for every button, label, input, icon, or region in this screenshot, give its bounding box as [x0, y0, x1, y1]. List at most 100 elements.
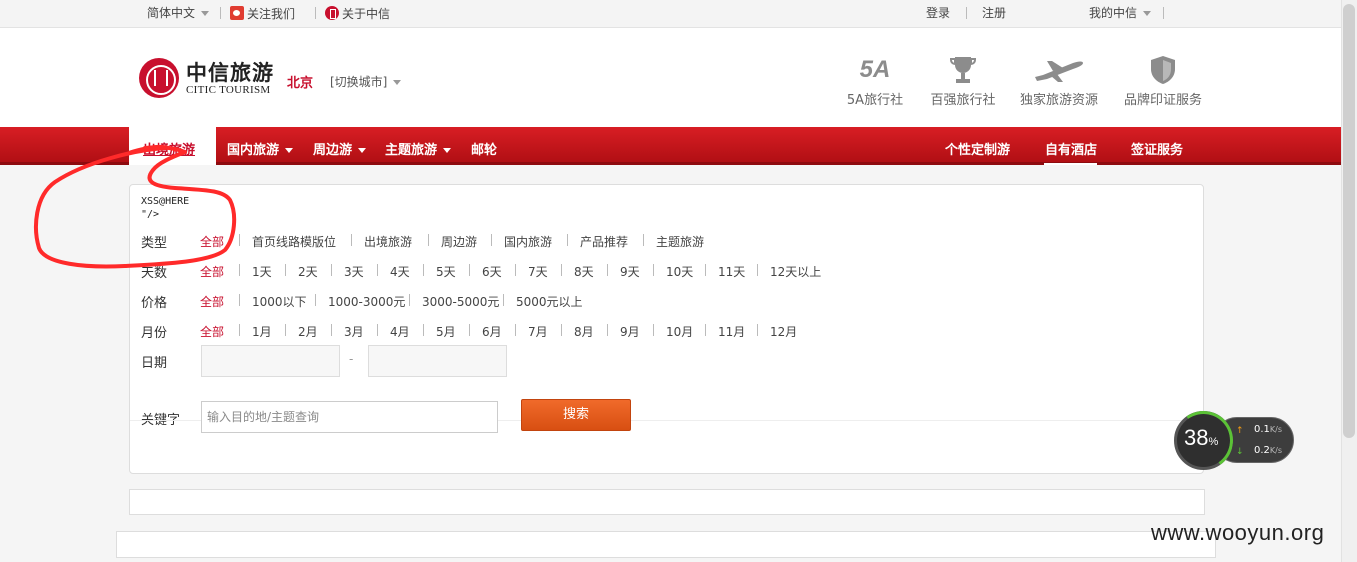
type-option[interactable]: 出境旅游 [364, 233, 412, 250]
price-option[interactable]: 1000以下 [252, 293, 307, 310]
scrollbar-thumb[interactable] [1343, 4, 1355, 438]
days-option[interactable]: 12天以上 [770, 263, 821, 280]
about-link[interactable]: 关于中信 [325, 6, 390, 21]
download-speed: 0.2K/s [1254, 445, 1282, 456]
end-date-input[interactable] [368, 345, 507, 377]
nav-label: 国内旅游 [227, 143, 280, 158]
price-option[interactable]: 1000-3000元 [328, 293, 405, 310]
option-divider [239, 294, 240, 306]
days-option[interactable]: 9天 [620, 263, 640, 280]
switch-city-link[interactable]: [切换城市] [330, 73, 402, 90]
injected-text: XSS@HERE "/> [141, 196, 190, 220]
speed-percent: 38% [1184, 425, 1218, 451]
current-city: 北京 [287, 76, 314, 91]
days-option[interactable]: 4天 [390, 263, 410, 280]
network-speed-widget[interactable]: 38% ↑ ↓ 0.1K/s 0.2K/s [1169, 406, 1294, 475]
search-button[interactable]: 搜索 [521, 399, 631, 431]
chevron-down-icon [443, 148, 452, 153]
type-option[interactable]: 首页线路模版位 [252, 233, 336, 250]
option-divider [515, 324, 516, 336]
month-option[interactable]: 全部 [200, 323, 224, 340]
date-separator: - [349, 352, 354, 366]
month-option[interactable]: 10月 [666, 323, 693, 340]
days-option[interactable]: 10天 [666, 263, 693, 280]
type-option[interactable]: 全部 [200, 233, 224, 250]
days-option[interactable]: 3天 [344, 263, 364, 280]
price-option[interactable]: 5000元以上 [516, 293, 583, 310]
speed-unit: K/s [1269, 446, 1283, 455]
option-divider [561, 264, 562, 276]
days-option[interactable]: 7天 [528, 263, 548, 280]
nav-item-outbound[interactable]: 出境旅游 [129, 127, 216, 165]
price-option[interactable]: 全部 [200, 293, 224, 310]
option-divider [285, 264, 286, 276]
divider [220, 7, 221, 19]
days-option[interactable]: 1天 [252, 263, 272, 280]
option-divider [757, 324, 758, 336]
nav-item-domestic[interactable]: 国内旅游 [227, 139, 294, 158]
option-divider [491, 234, 492, 246]
follow-us-link[interactable]: 关注我们 [230, 6, 295, 21]
days-label: 天数 [141, 266, 168, 281]
login-link[interactable]: 登录 [926, 6, 950, 20]
chevron-down-icon [358, 148, 367, 153]
logo-title[interactable]: 中信旅游 [186, 57, 274, 87]
nav-item-theme[interactable]: 主题旅游 [385, 139, 452, 158]
watermark: www.wooyun.org [1151, 520, 1325, 545]
language-selector[interactable]: 简体中文 [147, 6, 210, 20]
month-option[interactable]: 6月 [482, 323, 502, 340]
month-option[interactable]: 5月 [436, 323, 456, 340]
month-option[interactable]: 11月 [718, 323, 745, 340]
type-option[interactable]: 国内旅游 [504, 233, 552, 250]
switch-city-label: [切换城市] [330, 75, 388, 89]
month-option[interactable]: 4月 [390, 323, 410, 340]
option-divider [351, 234, 352, 246]
my-citic-menu[interactable]: 我的中信 [1089, 6, 1152, 20]
option-divider [239, 324, 240, 336]
upload-value: 0.1 [1254, 424, 1270, 435]
option-divider [503, 294, 504, 306]
chevron-down-icon [1143, 11, 1152, 16]
divider [315, 7, 316, 19]
nav-label: 主题旅游 [385, 143, 438, 158]
feature-exclusive: 独家旅游资源 [1011, 55, 1107, 108]
start-date-input[interactable] [201, 345, 340, 377]
days-option[interactable]: 5天 [436, 263, 456, 280]
days-option[interactable]: 11天 [718, 263, 745, 280]
price-option[interactable]: 3000-5000元 [422, 293, 499, 310]
nav-item-nearby[interactable]: 周边游 [313, 139, 367, 158]
days-option[interactable]: 2天 [298, 263, 318, 280]
month-option[interactable]: 2月 [298, 323, 318, 340]
option-divider [331, 264, 332, 276]
citic-logo-icon[interactable] [139, 58, 179, 98]
feature-5a: 5A 5A旅行社 [827, 55, 923, 108]
option-divider [315, 294, 316, 306]
month-option[interactable]: 7月 [528, 323, 548, 340]
option-divider [653, 264, 654, 276]
price-label: 价格 [141, 296, 168, 311]
nav-item-visa[interactable]: 签证服务 [1131, 139, 1183, 158]
days-option[interactable]: 全部 [200, 263, 224, 280]
option-divider [469, 264, 470, 276]
option-divider [428, 234, 429, 246]
days-option[interactable]: 6天 [482, 263, 502, 280]
nav-item-cruise[interactable]: 邮轮 [471, 139, 497, 158]
nav-item-hotel[interactable]: 自有酒店 [1045, 139, 1097, 158]
month-option[interactable]: 12月 [770, 323, 797, 340]
month-option[interactable]: 9月 [620, 323, 640, 340]
days-option[interactable]: 8天 [574, 263, 594, 280]
type-option[interactable]: 周边游 [441, 233, 477, 250]
register-link[interactable]: 注册 [982, 6, 1006, 20]
option-divider [377, 324, 378, 336]
month-option[interactable]: 8月 [574, 323, 594, 340]
month-option[interactable]: 3月 [344, 323, 364, 340]
nav-item-custom[interactable]: 个性定制游 [945, 139, 1010, 158]
type-option[interactable]: 主题旅游 [656, 233, 704, 250]
main-nav: 出境旅游 国内旅游 周边游 主题旅游 邮轮 个性定制游 自有酒店 签证服务 [0, 127, 1341, 165]
feature-top100: 百强旅行社 [915, 55, 1011, 108]
keyword-input[interactable] [201, 401, 498, 433]
results-box [116, 531, 1216, 558]
month-option[interactable]: 1月 [252, 323, 272, 340]
type-option[interactable]: 产品推荐 [580, 233, 628, 250]
chevron-down-icon [285, 148, 294, 153]
